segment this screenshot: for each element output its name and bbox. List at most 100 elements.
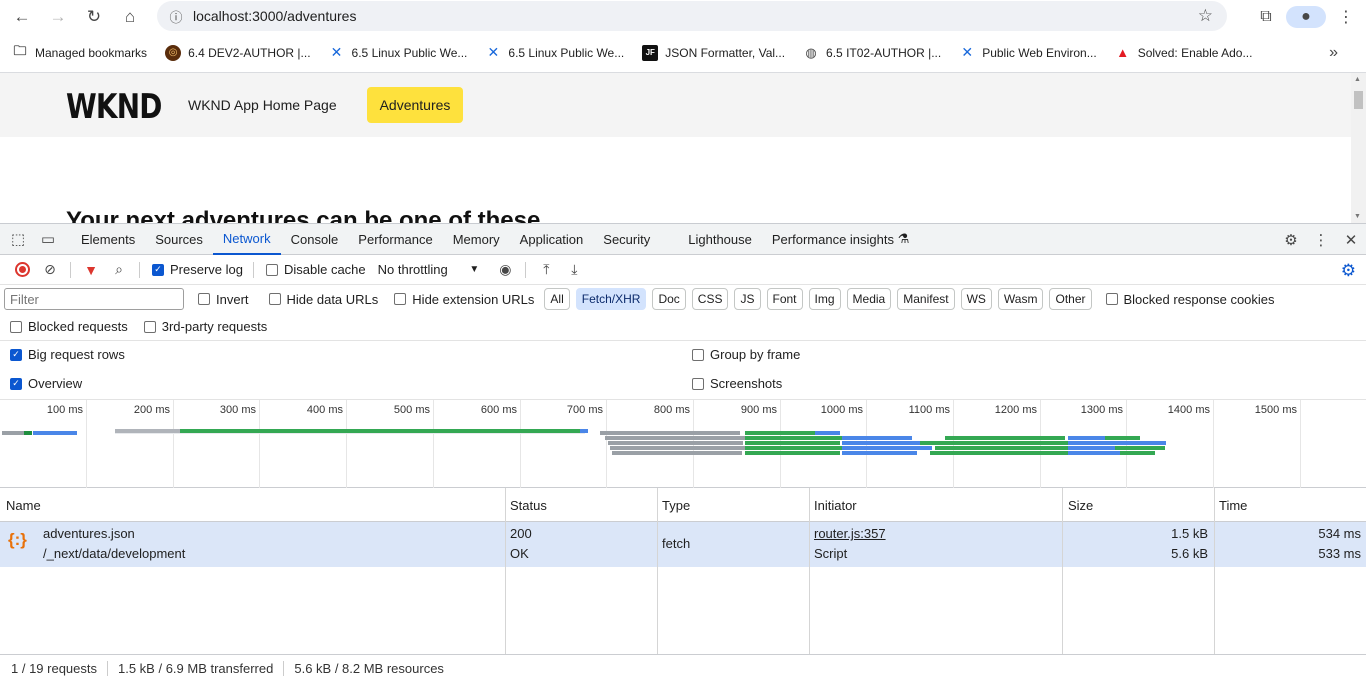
- invert-checkbox[interactable]: Invert: [198, 292, 249, 307]
- bookmark-item[interactable]: ◎ 6.4 DEV2-AUTHOR |...: [165, 44, 311, 61]
- tab-memory[interactable]: Memory: [443, 224, 510, 255]
- network-settings-icon[interactable]: ⚙: [1341, 261, 1356, 281]
- preserve-log-checkbox[interactable]: ✓ Preserve log: [152, 262, 243, 277]
- page-scrollbar[interactable]: ▲ ▼: [1351, 73, 1366, 223]
- nav-adventures-link[interactable]: Adventures: [367, 87, 463, 123]
- timeline-request-bar: [842, 436, 912, 440]
- more-options-icon[interactable]: ⋮: [1306, 231, 1336, 249]
- overview-label: Overview: [28, 376, 83, 391]
- filter-input[interactable]: [4, 288, 184, 310]
- tab-elements[interactable]: Elements: [71, 224, 145, 255]
- clear-icon[interactable]: ⊘: [36, 261, 64, 278]
- column-divider[interactable]: [1214, 488, 1215, 656]
- site-logo[interactable]: WKND: [66, 87, 162, 127]
- timeline-tick-label: 300 ms: [219, 404, 256, 416]
- tab-network[interactable]: Network: [212, 224, 281, 255]
- inspect-element-icon[interactable]: ⬚: [3, 230, 33, 248]
- blocked-requests-checkbox[interactable]: Blocked requests: [10, 319, 128, 334]
- type-filter-wasm[interactable]: Wasm: [997, 288, 1044, 310]
- reload-icon[interactable]: ↻: [76, 0, 112, 33]
- more-bookmarks-icon[interactable]: »: [1329, 44, 1338, 62]
- tab-lighthouse[interactable]: Lighthouse: [678, 224, 762, 255]
- table-row[interactable]: {:} adventures.json /_next/data/developm…: [0, 522, 1366, 567]
- record-stop-icon[interactable]: [8, 262, 36, 277]
- tab-security[interactable]: Security: [593, 224, 660, 255]
- type-filter-font[interactable]: Font: [766, 288, 803, 310]
- column-divider[interactable]: [809, 488, 810, 656]
- hide-extension-urls-checkbox[interactable]: Hide extension URLs: [394, 292, 534, 307]
- search-icon[interactable]: ⌕: [105, 261, 133, 278]
- profile-avatar[interactable]: ●: [1286, 5, 1326, 28]
- tab-console[interactable]: Console: [281, 224, 349, 255]
- type-filter-media[interactable]: Media: [846, 288, 892, 310]
- timeline-tick-label: 100 ms: [46, 404, 83, 416]
- column-header-initiator[interactable]: Initiator: [814, 498, 857, 513]
- third-party-requests-checkbox[interactable]: 3rd-party requests: [143, 319, 267, 334]
- column-divider[interactable]: [505, 488, 506, 656]
- throttling-select[interactable]: No throttling ▼: [378, 262, 480, 277]
- tab-application[interactable]: Application: [510, 224, 594, 255]
- forward-icon[interactable]: →: [40, 0, 76, 33]
- network-conditions-icon[interactable]: ◉: [491, 261, 519, 278]
- bookmark-item[interactable]: ◍ 6.5 IT02-AUTHOR |...: [803, 45, 941, 61]
- bookmark-item[interactable]: JF JSON Formatter, Val...: [642, 44, 785, 61]
- bookmark-item[interactable]: ▲ Solved: Enable Ado...: [1115, 45, 1252, 61]
- device-toolbar-icon[interactable]: ▭: [33, 230, 63, 248]
- column-divider[interactable]: [1062, 488, 1063, 656]
- type-filter-img[interactable]: Img: [808, 288, 841, 310]
- settings-icon[interactable]: ⚙: [1276, 231, 1306, 249]
- invert-label: Invert: [216, 291, 249, 307]
- type-filter-doc[interactable]: Doc: [652, 288, 686, 310]
- settings-row-1: ✓ Big request rows Group by frame: [0, 341, 1366, 370]
- menu-icon[interactable]: ⋮: [1326, 7, 1366, 27]
- site-info-icon[interactable]: ⓘ: [161, 7, 191, 26]
- column-header-status[interactable]: Status: [510, 498, 547, 513]
- blocked-response-cookies-checkbox[interactable]: Blocked response cookies: [1105, 292, 1275, 307]
- group-by-frame-checkbox[interactable]: Group by frame: [692, 347, 800, 362]
- hide-data-urls-checkbox[interactable]: Hide data URLs: [268, 292, 378, 307]
- scrollbar-thumb[interactable]: [1354, 91, 1363, 109]
- bookmark-item[interactable]: ✕ 6.5 Linux Public We...: [485, 44, 625, 61]
- column-header-type[interactable]: Type: [662, 498, 690, 513]
- overview-checkbox[interactable]: ✓ Overview: [10, 376, 82, 391]
- scroll-down-icon[interactable]: ▼: [1354, 213, 1361, 220]
- type-filter-ws[interactable]: WS: [960, 288, 992, 310]
- globe-icon: ◍: [805, 44, 817, 60]
- type-filter-all[interactable]: All: [544, 288, 570, 310]
- type-filter-js[interactable]: JS: [734, 288, 761, 310]
- timeline-tick-label: 1200 ms: [994, 404, 1037, 416]
- hide-extension-urls-label: Hide extension URLs: [412, 291, 535, 307]
- bookmark-star-icon[interactable]: ☆: [1198, 6, 1213, 26]
- column-header-time[interactable]: Time: [1219, 498, 1247, 513]
- type-filter-manifest[interactable]: Manifest: [897, 288, 955, 310]
- column-header-name[interactable]: Name: [6, 498, 41, 513]
- network-overview-timeline[interactable]: 100 ms 200 ms 300 ms 400 ms 500 ms 600 ms 700 …: [0, 399, 1366, 489]
- back-icon[interactable]: ←: [4, 0, 40, 33]
- type-filter-css[interactable]: CSS: [691, 288, 729, 310]
- extensions-icon[interactable]: ⧉: [1246, 8, 1286, 26]
- type-filter-fetch-xhr[interactable]: Fetch/XHR: [575, 288, 647, 310]
- tab-sources[interactable]: Sources: [145, 224, 213, 255]
- close-icon[interactable]: ✕: [1336, 231, 1366, 249]
- bookmark-item[interactable]: ✕ Public Web Environ...: [959, 44, 1096, 61]
- home-icon[interactable]: ⌂: [112, 0, 148, 33]
- status-code: 200: [510, 526, 532, 541]
- column-header-size[interactable]: Size: [1068, 498, 1093, 513]
- export-har-icon[interactable]: ⤓: [560, 261, 588, 278]
- scroll-up-icon[interactable]: ▲: [1354, 76, 1361, 83]
- column-divider[interactable]: [657, 488, 658, 656]
- nav-home-link[interactable]: WKND App Home Page: [188, 97, 337, 113]
- filter-icon[interactable]: ▼: [77, 262, 105, 278]
- tab-performance[interactable]: Performance: [348, 224, 442, 255]
- tab-performance-insights[interactable]: Performance insights ⚗: [762, 224, 919, 255]
- bookmark-managed[interactable]: 🗀 Managed bookmarks: [12, 43, 147, 61]
- bookmark-item[interactable]: ✕ 6.5 Linux Public We...: [329, 44, 468, 61]
- timeline-request-bar: [745, 441, 840, 445]
- type-filter-other[interactable]: Other: [1049, 288, 1092, 310]
- screenshots-checkbox[interactable]: Screenshots: [692, 376, 782, 391]
- address-bar[interactable]: ⓘ localhost:3000/adventures ☆: [157, 1, 1227, 31]
- disable-cache-checkbox[interactable]: Disable cache: [265, 262, 366, 277]
- big-request-rows-checkbox[interactable]: ✓ Big request rows: [10, 347, 125, 362]
- import-har-icon[interactable]: ⤒: [532, 261, 560, 278]
- initiator-link[interactable]: router.js:357: [814, 526, 886, 541]
